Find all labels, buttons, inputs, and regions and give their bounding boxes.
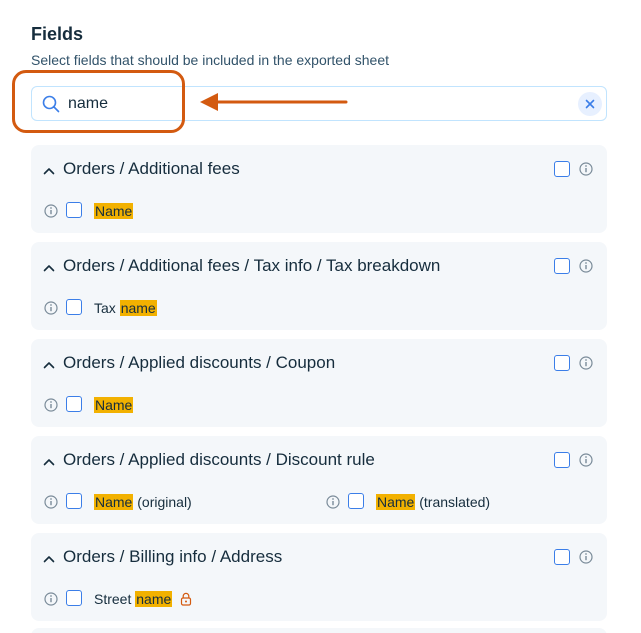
label-suffix: (translated) bbox=[415, 494, 491, 510]
field-checkbox[interactable] bbox=[66, 202, 82, 218]
select-all-checkbox[interactable] bbox=[554, 161, 570, 177]
chevron-up-icon[interactable] bbox=[43, 163, 55, 175]
search-icon bbox=[42, 95, 60, 113]
info-icon[interactable] bbox=[326, 495, 340, 509]
field-checkbox[interactable] bbox=[348, 493, 364, 509]
search-match-highlight: Name bbox=[94, 203, 134, 219]
field-label[interactable]: Name (original) bbox=[94, 494, 192, 510]
field-group: Orders / Billing info / Address Street na… bbox=[31, 533, 607, 621]
field-checkbox[interactable] bbox=[66, 299, 82, 315]
field-label[interactable]: Tax name bbox=[94, 300, 157, 316]
next-group-edge bbox=[31, 628, 607, 633]
field-checkbox[interactable] bbox=[66, 590, 82, 606]
chevron-up-icon[interactable] bbox=[43, 454, 55, 466]
page-title: Fields bbox=[31, 24, 84, 44]
group-title: Orders / Applied discounts / Coupon bbox=[63, 353, 336, 372]
select-all-checkbox[interactable] bbox=[554, 549, 570, 565]
field-label[interactable]: Name (translated) bbox=[376, 494, 490, 510]
field-label[interactable]: Name bbox=[94, 203, 134, 219]
group-header[interactable]: Orders / Applied discounts / Coupon bbox=[31, 339, 607, 385]
group-header[interactable]: Orders / Additional fees bbox=[31, 145, 607, 191]
search-match-highlight: name bbox=[135, 591, 173, 607]
search-match-highlight: name bbox=[119, 300, 157, 316]
info-icon[interactable] bbox=[579, 356, 593, 370]
search-match-highlight: Name bbox=[94, 494, 134, 510]
info-icon[interactable] bbox=[44, 204, 58, 218]
select-all-checkbox[interactable] bbox=[554, 355, 570, 371]
field-label[interactable]: Name bbox=[94, 397, 134, 413]
label-prefix: Street bbox=[94, 591, 136, 607]
group-header[interactable]: Orders / Applied discounts / Discount ru… bbox=[31, 436, 607, 482]
info-icon[interactable] bbox=[44, 495, 58, 509]
field-group: Orders / Additional fees Name bbox=[31, 145, 607, 233]
page-subtitle: Select fields that should be included in… bbox=[31, 52, 390, 68]
close-icon bbox=[585, 99, 595, 109]
field-checkbox[interactable] bbox=[66, 493, 82, 509]
group-header[interactable]: Orders / Additional fees / Tax info / Ta… bbox=[31, 242, 607, 288]
search-box[interactable] bbox=[31, 86, 607, 121]
search-match-highlight: Name bbox=[94, 397, 134, 413]
info-icon[interactable] bbox=[44, 301, 58, 315]
field-checkbox[interactable] bbox=[66, 396, 82, 412]
info-icon[interactable] bbox=[44, 592, 58, 606]
group-title: Orders / Applied discounts / Discount ru… bbox=[63, 450, 375, 469]
select-all-checkbox[interactable] bbox=[554, 452, 570, 468]
select-all-checkbox[interactable] bbox=[554, 258, 570, 274]
lock-icon bbox=[180, 592, 192, 606]
info-icon[interactable] bbox=[579, 162, 593, 176]
chevron-up-icon[interactable] bbox=[43, 357, 55, 369]
label-prefix: Tax bbox=[94, 300, 120, 316]
group-title: Orders / Additional fees / Tax info / Ta… bbox=[63, 256, 441, 275]
chevron-up-icon[interactable] bbox=[43, 260, 55, 272]
info-icon[interactable] bbox=[44, 398, 58, 412]
group-title: Orders / Billing info / Address bbox=[63, 547, 283, 566]
group-header[interactable]: Orders / Billing info / Address bbox=[31, 533, 607, 579]
chevron-up-icon[interactable] bbox=[43, 551, 55, 563]
field-group: Orders / Applied discounts / Discount ru… bbox=[31, 436, 607, 524]
info-icon[interactable] bbox=[579, 550, 593, 564]
search-match-highlight: Name bbox=[376, 494, 416, 510]
info-icon[interactable] bbox=[579, 259, 593, 273]
field-label[interactable]: Street name bbox=[94, 591, 192, 607]
group-title: Orders / Additional fees bbox=[63, 159, 240, 178]
clear-search-button[interactable] bbox=[578, 92, 602, 116]
field-group: Orders / Additional fees / Tax info / Ta… bbox=[31, 242, 607, 330]
label-suffix: (original) bbox=[133, 494, 192, 510]
search-input[interactable] bbox=[68, 93, 568, 115]
field-group: Orders / Applied discounts / Coupon Name bbox=[31, 339, 607, 427]
info-icon[interactable] bbox=[579, 453, 593, 467]
